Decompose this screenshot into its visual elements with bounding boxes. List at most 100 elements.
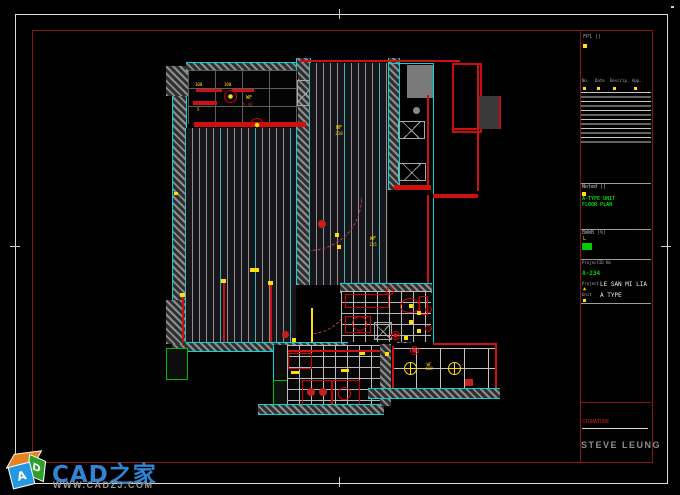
- hall-yellow-dot-2: [337, 245, 341, 249]
- corner-mark: [671, 6, 674, 8]
- logo-letter-a: A: [15, 468, 27, 484]
- bath-cabinet: [345, 316, 371, 333]
- corridor-right-cyanline: [433, 63, 434, 345]
- cad-drawing-canvas: FP1 () No. Date Descrip. App. Noted () A…: [0, 0, 680, 495]
- revision-table-rows: [581, 92, 651, 146]
- logo-site-url[interactable]: WWW.CADZJ.COM: [53, 480, 154, 490]
- room-left-floor: [185, 128, 296, 342]
- marker-pin-2-head: [221, 279, 226, 283]
- dim-label-a: 100: [195, 83, 202, 87]
- marker-pin-1: [182, 296, 184, 342]
- center-tick-bottom: [339, 477, 340, 487]
- titleblock-divider-5: [581, 402, 651, 403]
- marker-pin-2: [223, 282, 225, 342]
- revision-header-desc: Descrip.: [610, 79, 629, 83]
- floor-label-room2: WF 215: [364, 237, 382, 247]
- dining-red-top: [433, 343, 496, 345]
- floor-note-chip: [250, 268, 259, 272]
- signature-underline: [582, 428, 648, 429]
- hall-red-dot-1: [318, 220, 326, 228]
- marker-pin-3: [270, 284, 272, 342]
- dining-bottom-wall: [368, 388, 500, 399]
- corridor-gray-block: [407, 65, 433, 98]
- label-kitchen-top-l2: 5-AB: [243, 103, 253, 107]
- site-logo[interactable]: D A: [7, 451, 49, 493]
- marker-pin-3-head: [268, 281, 273, 285]
- room-mid-floor: [309, 63, 388, 285]
- logo-letter-d: D: [32, 461, 41, 475]
- revision-marker-3: [613, 87, 616, 90]
- project-row2-label: Unit: [582, 293, 592, 297]
- hall-yellow-line: [311, 308, 313, 342]
- floor-label-room1: WF 210: [330, 126, 348, 136]
- project-label: ProjectID No: [582, 261, 611, 265]
- terrace-red-bar: [433, 194, 478, 198]
- green-utility-box: [166, 348, 188, 380]
- bath-light-1: [425, 306, 432, 313]
- floor-label-room2-l2: 215: [364, 243, 382, 247]
- floor-label-dining: WF 418: [420, 363, 438, 372]
- terrace-gray-block: [479, 96, 501, 129]
- hall-yellow-dot-3: [292, 338, 296, 342]
- dining-downlight-1: [410, 346, 419, 355]
- titleblock-top-marker: [583, 44, 587, 48]
- revision-marker-4: [634, 87, 637, 90]
- noted-line-2: FLOOR PLAN: [582, 203, 612, 209]
- revision-header-date: Date: [595, 79, 605, 83]
- kitchen-bottom-wall: [258, 404, 384, 415]
- floor-label-dining-l2: 418: [420, 367, 438, 371]
- stove-burner-1: [307, 388, 315, 396]
- kitchen-chip-1: [291, 371, 299, 374]
- signature-label: SIGNATURE: [582, 420, 609, 426]
- titleblock-top-label: FP1 (): [583, 35, 601, 41]
- revision-header-no: No.: [582, 79, 589, 83]
- corridor-unit-symbol-2: [398, 163, 426, 181]
- corridor-gray-dot: [413, 107, 420, 114]
- mark-label: 5: [197, 108, 199, 112]
- bath-light-2: [425, 325, 432, 332]
- project-number: A-234: [582, 271, 600, 278]
- corridor-unit-symbol-1: [398, 121, 425, 139]
- dining-red-square: [465, 379, 473, 386]
- cabinet-line-c: [193, 101, 217, 105]
- bath-entry-light: [386, 287, 394, 295]
- ceiling-light-symbol: [224, 90, 237, 103]
- stove-burner-2: [319, 388, 327, 396]
- bath-switch-1: [409, 304, 413, 308]
- dining-yellow-dot: [385, 352, 389, 356]
- shower-tray: [374, 322, 392, 340]
- corridor-red-vline-1: [427, 95, 429, 185]
- noted-label: Noted (): [582, 185, 606, 191]
- bath-switch-5: [404, 336, 408, 340]
- material-mark: L: [583, 237, 586, 243]
- marker-pin-1-head: [180, 293, 185, 297]
- label-kitchen-top-l1: WF: [246, 96, 252, 102]
- bath-switch-3: [409, 320, 413, 324]
- bath-switch-4: [417, 329, 421, 333]
- center-tick-left: [10, 246, 20, 247]
- dining-red-right: [495, 343, 497, 389]
- kitchen-appliance-dial: [338, 387, 351, 400]
- corridor-red-vline-2: [427, 195, 429, 283]
- dining-light-1: [404, 362, 417, 375]
- terrace-red-hline: [454, 128, 478, 130]
- kitchen-chip-2: [341, 369, 349, 372]
- dim-label-b: 100: [224, 83, 231, 87]
- kitchen-sink-box: [288, 353, 312, 369]
- corridor-red-bar: [394, 185, 431, 190]
- floor-label-room1-l2: 210: [330, 132, 348, 136]
- dining-downlight-2: [391, 331, 400, 340]
- dining-red-left: [392, 346, 394, 388]
- wall-pillar-topleft: [166, 66, 188, 96]
- kitchen-counter-line: [288, 350, 380, 352]
- kitchen-chip-3: [360, 352, 365, 355]
- cabinet-line-a: [196, 89, 222, 92]
- room-topleft-floor: [188, 70, 298, 124]
- designer-name: STEVE LEUNG: [581, 440, 661, 450]
- project-row1-value: LE SAN MI LIA: [600, 282, 647, 289]
- titleblock-divider-4: [581, 303, 651, 304]
- revision-header-app: App.: [632, 79, 642, 83]
- hall-yellow-dot-1: [335, 233, 339, 237]
- center-tick-right: [661, 246, 671, 247]
- dining-light-2: [448, 362, 461, 375]
